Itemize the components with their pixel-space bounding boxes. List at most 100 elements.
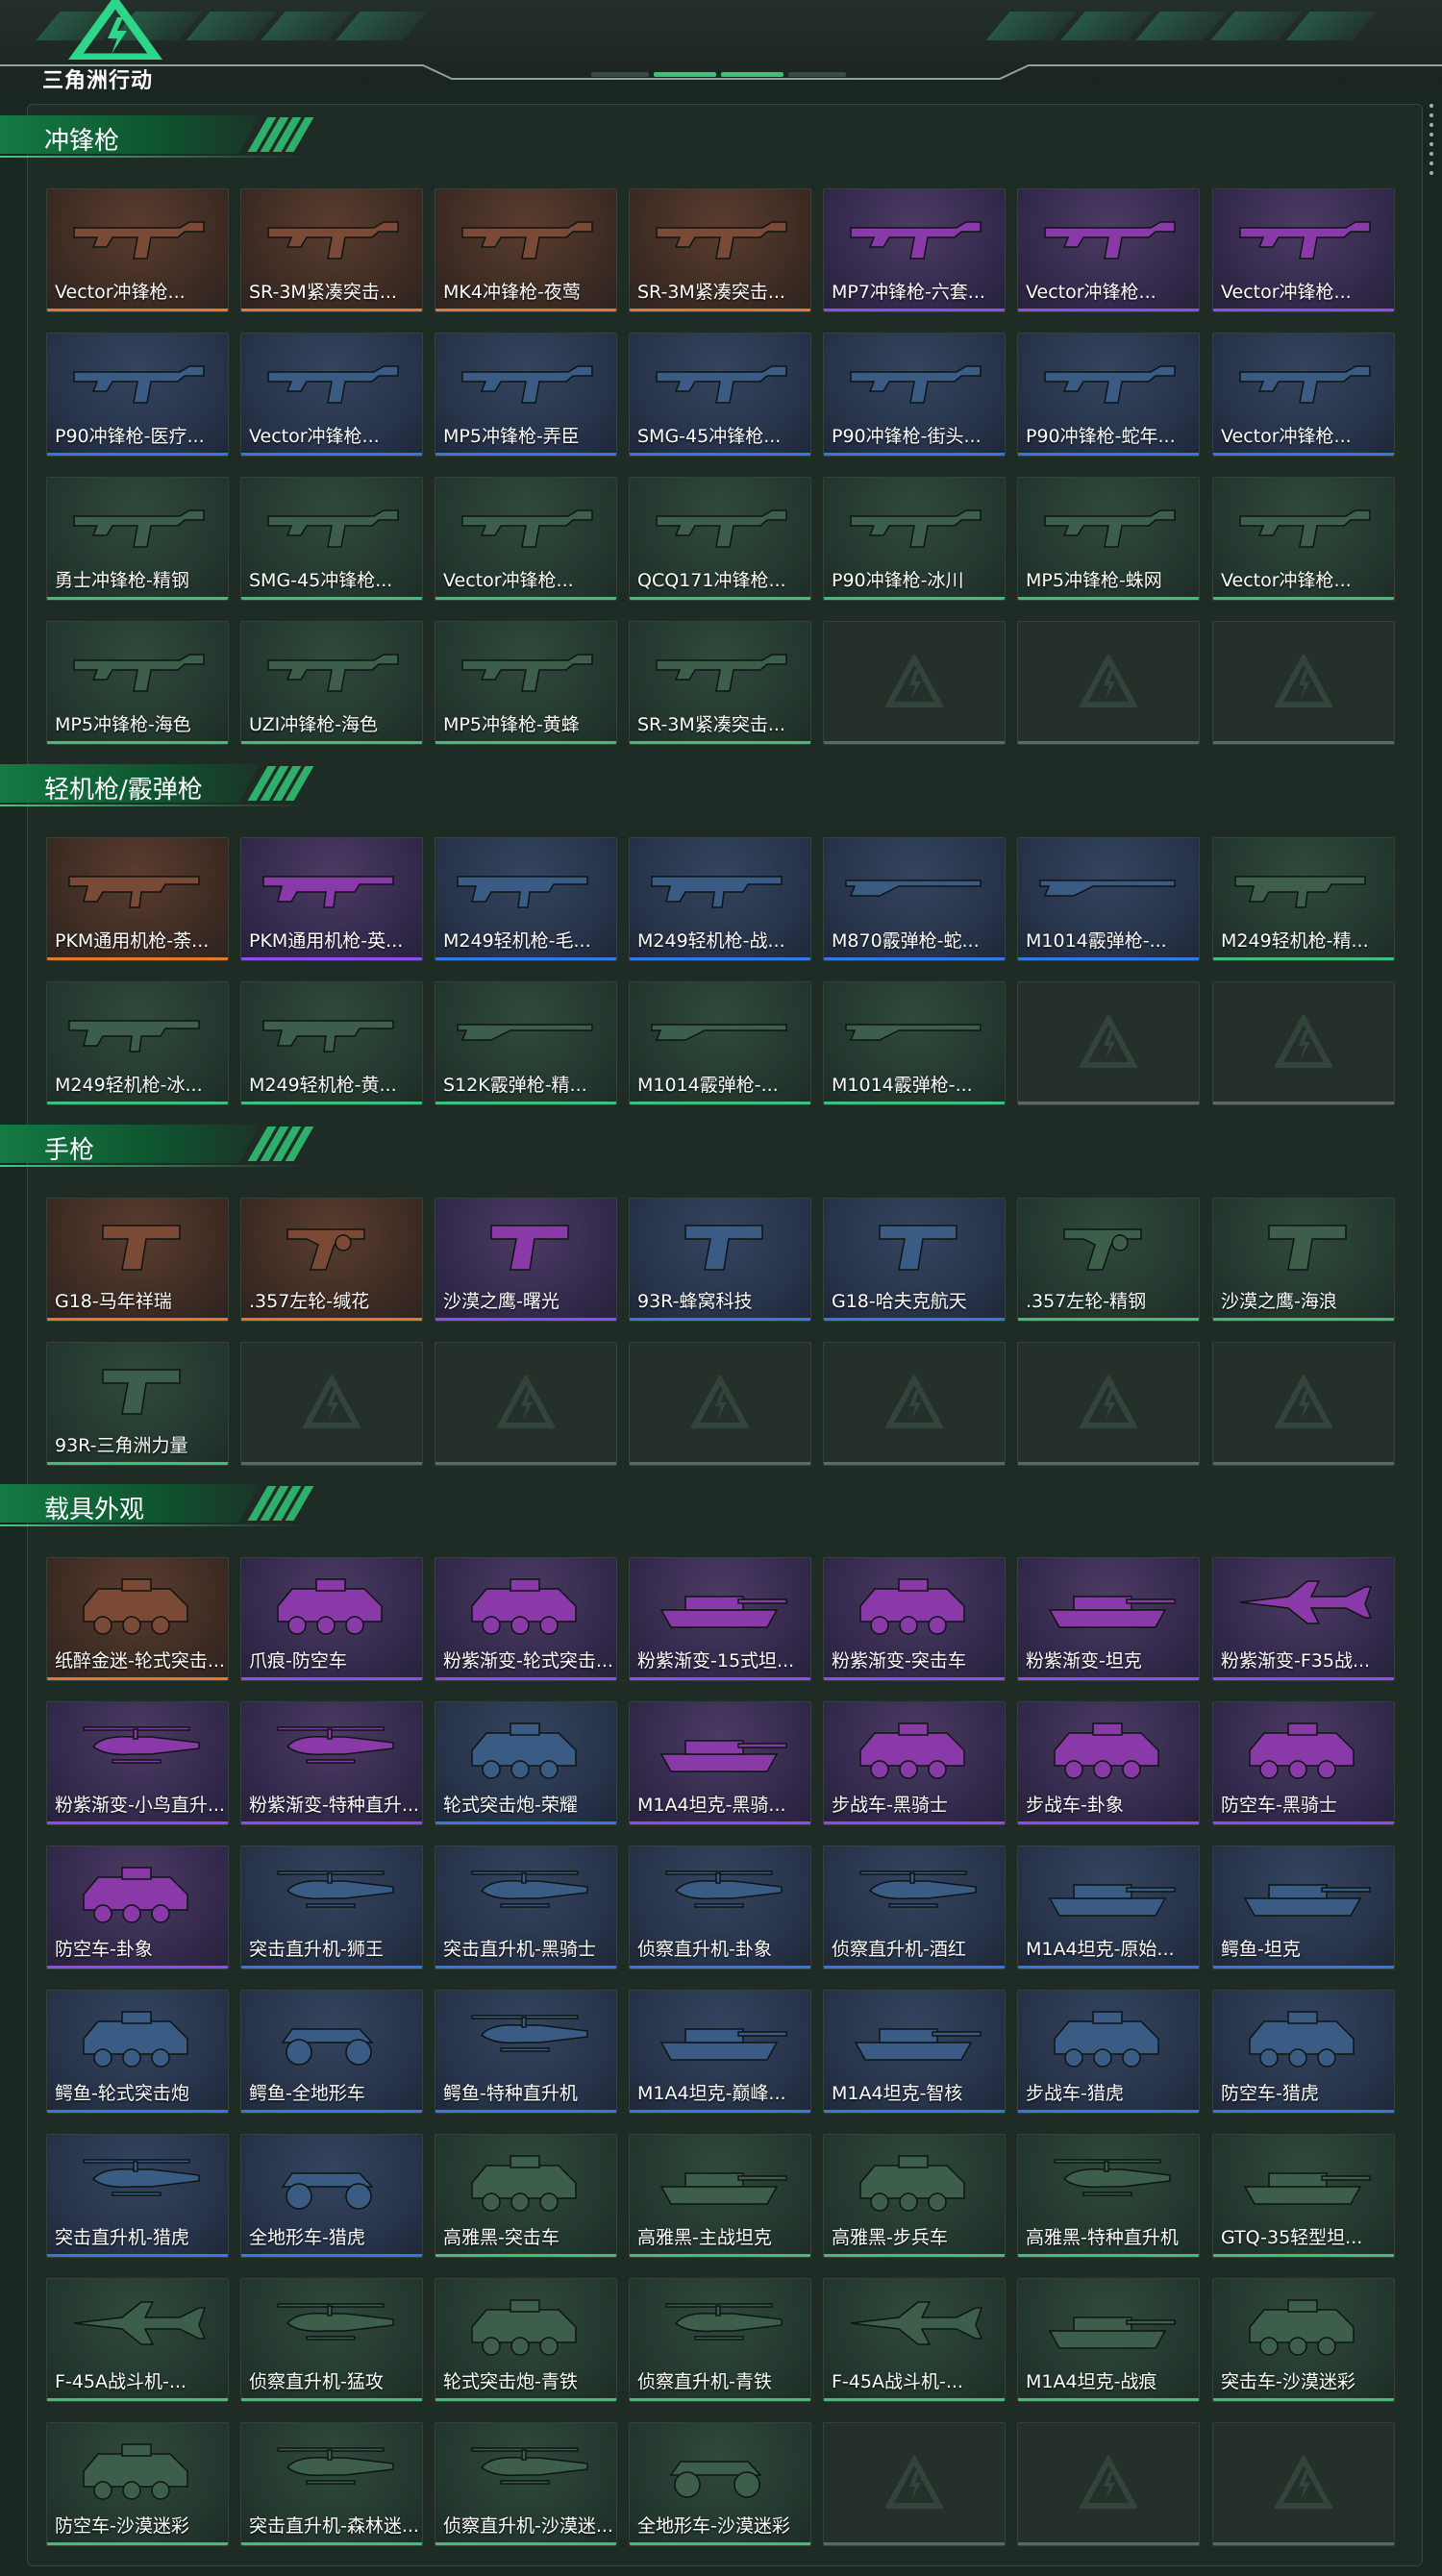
- item-card[interactable]: Vector冲锋枪...: [435, 477, 617, 601]
- item-card[interactable]: M1A4坦克-黑骑...: [629, 1701, 811, 1825]
- item-card[interactable]: M1014霰弹枪-...: [629, 981, 811, 1105]
- item-label: M1A4坦克-黑骑...: [637, 1795, 786, 1816]
- item-card[interactable]: 全地形车-沙漠迷彩: [629, 2422, 811, 2546]
- item-card[interactable]: 突击直升机-黑骑士: [435, 1845, 617, 1969]
- empty-slot: [1017, 621, 1200, 745]
- item-card[interactable]: .357左轮-精钢: [1017, 1198, 1200, 1322]
- item-card[interactable]: Vector冲锋枪...: [240, 333, 423, 457]
- item-card[interactable]: M1A4坦克-战痕: [1017, 2278, 1200, 2402]
- item-card[interactable]: 粉紫渐变-小鸟直升...: [46, 1701, 229, 1825]
- item-card[interactable]: M870霰弹枪-蛇...: [823, 837, 1006, 961]
- item-card[interactable]: 高雅黑-步兵车: [823, 2134, 1006, 2258]
- item-card[interactable]: F-45A战斗机-...: [823, 2278, 1006, 2402]
- item-card[interactable]: 全地形车-猎虎: [240, 2134, 423, 2258]
- item-card[interactable]: 突击车-沙漠迷彩: [1212, 2278, 1395, 2402]
- item-card[interactable]: 步战车-黑骑士: [823, 1701, 1006, 1825]
- item-card[interactable]: 步战车-卦象: [1017, 1701, 1200, 1825]
- rarity-strip: [435, 453, 616, 456]
- item-card[interactable]: M1014霰弹枪-...: [823, 981, 1006, 1105]
- item-card[interactable]: Vector冲锋枪...: [46, 188, 229, 312]
- item-card[interactable]: 防空车-沙漠迷彩: [46, 2422, 229, 2546]
- item-card[interactable]: Vector冲锋枪...: [1212, 333, 1395, 457]
- item-card[interactable]: 93R-蜂窝科技: [629, 1198, 811, 1322]
- scrollbar[interactable]: [1429, 104, 1434, 175]
- item-card[interactable]: M1014霰弹枪-...: [1017, 837, 1200, 961]
- item-card[interactable]: PKM通用机枪-荼...: [46, 837, 229, 961]
- item-label: SR-3M紧凑突击...: [249, 282, 397, 303]
- item-card[interactable]: M249轻机枪-黄...: [240, 981, 423, 1105]
- item-card[interactable]: 沙漠之鹰-海浪: [1212, 1198, 1395, 1322]
- item-card[interactable]: PKM通用机枪-英...: [240, 837, 423, 961]
- item-card[interactable]: 防空车-猎虎: [1212, 1990, 1395, 2114]
- item-card[interactable]: 鳄鱼-全地形车: [240, 1990, 423, 2114]
- item-card[interactable]: GTQ-35轻型坦...: [1212, 2134, 1395, 2258]
- section-title: 手枪: [44, 1136, 95, 1165]
- item-card[interactable]: 粉紫渐变-特种直升...: [240, 1701, 423, 1825]
- item-card[interactable]: 防空车-卦象: [46, 1845, 229, 1969]
- item-card[interactable]: 突击直升机-狮王: [240, 1845, 423, 1969]
- item-card[interactable]: Vector冲锋枪...: [1212, 477, 1395, 601]
- item-card[interactable]: M1A4坦克-巅峰...: [629, 1990, 811, 2114]
- item-card[interactable]: M249轻机枪-冰...: [46, 981, 229, 1105]
- item-card[interactable]: 鳄鱼-坦克: [1212, 1845, 1395, 1969]
- item-card[interactable]: 侦察直升机-酒红: [823, 1845, 1006, 1969]
- item-card[interactable]: M249轻机枪-战...: [629, 837, 811, 961]
- item-card[interactable]: 高雅黑-突击车: [435, 2134, 617, 2258]
- item-card[interactable]: 勇士冲锋枪-精钢: [46, 477, 229, 601]
- item-card[interactable]: G18-哈夫克航天: [823, 1198, 1006, 1322]
- item-card[interactable]: M1A4坦克-原始...: [1017, 1845, 1200, 1969]
- item-card[interactable]: MP5冲锋枪-蛛网: [1017, 477, 1200, 601]
- item-card[interactable]: 轮式突击炮-青铁: [435, 2278, 617, 2402]
- item-card[interactable]: SR-3M紧凑突击...: [629, 188, 811, 312]
- item-card[interactable]: 鳄鱼-特种直升机: [435, 1990, 617, 2114]
- item-card[interactable]: P90冲锋枪-冰川: [823, 477, 1006, 601]
- item-card[interactable]: 突击直升机-猎虎: [46, 2134, 229, 2258]
- item-card[interactable]: 粉紫渐变-突击车: [823, 1557, 1006, 1681]
- item-card[interactable]: S12K霰弹枪-精...: [435, 981, 617, 1105]
- item-card[interactable]: 沙漠之鹰-曙光: [435, 1198, 617, 1322]
- item-card[interactable]: F-45A战斗机-...: [46, 2278, 229, 2402]
- item-card[interactable]: MP5冲锋枪-海色: [46, 621, 229, 745]
- item-card[interactable]: SR-3M紧凑突击...: [629, 621, 811, 745]
- item-card[interactable]: P90冲锋枪-医疗...: [46, 333, 229, 457]
- item-card[interactable]: P90冲锋枪-蛇年...: [1017, 333, 1200, 457]
- item-card[interactable]: 高雅黑-特种直升机: [1017, 2134, 1200, 2258]
- item-card[interactable]: MK4冲锋枪-夜莺: [435, 188, 617, 312]
- item-card[interactable]: 步战车-猎虎: [1017, 1990, 1200, 2114]
- item-card[interactable]: 粉紫渐变-15式坦...: [629, 1557, 811, 1681]
- item-card[interactable]: M249轻机枪-毛...: [435, 837, 617, 961]
- item-card[interactable]: 鳄鱼-轮式突击炮: [46, 1990, 229, 2114]
- item-card[interactable]: 侦察直升机-沙漠迷...: [435, 2422, 617, 2546]
- item-card[interactable]: UZI冲锋枪-海色: [240, 621, 423, 745]
- section-title: 载具外观: [44, 1496, 145, 1524]
- item-card[interactable]: MP7冲锋枪-六套...: [823, 188, 1006, 312]
- item-card[interactable]: Vector冲锋枪...: [1017, 188, 1200, 312]
- item-card[interactable]: 侦察直升机-卦象: [629, 1845, 811, 1969]
- item-card[interactable]: 突击直升机-森林迷...: [240, 2422, 423, 2546]
- item-card[interactable]: QCQ171冲锋枪...: [629, 477, 811, 601]
- item-card[interactable]: MP5冲锋枪-黄蜂: [435, 621, 617, 745]
- item-card[interactable]: Vector冲锋枪...: [1212, 188, 1395, 312]
- item-card[interactable]: 侦察直升机-猛攻: [240, 2278, 423, 2402]
- item-card[interactable]: .357左轮-缄花: [240, 1198, 423, 1322]
- item-card[interactable]: 纸醉金迷-轮式突击...: [46, 1557, 229, 1681]
- item-card[interactable]: P90冲锋枪-街头...: [823, 333, 1006, 457]
- item-card[interactable]: 93R-三角洲力量: [46, 1342, 229, 1466]
- empty-slot: [823, 1342, 1006, 1466]
- item-card[interactable]: 粉紫渐变-坦克: [1017, 1557, 1200, 1681]
- item-card[interactable]: 爪痕-防空车: [240, 1557, 423, 1681]
- item-card[interactable]: 轮式突击炮-荣耀: [435, 1701, 617, 1825]
- item-card[interactable]: SMG-45冲锋枪...: [240, 477, 423, 601]
- item-card[interactable]: SMG-45冲锋枪...: [629, 333, 811, 457]
- item-card[interactable]: 侦察直升机-青铁: [629, 2278, 811, 2402]
- item-card[interactable]: SR-3M紧凑突击...: [240, 188, 423, 312]
- item-card[interactable]: 防空车-黑骑士: [1212, 1701, 1395, 1825]
- item-card[interactable]: MP5冲锋枪-弄臣: [435, 333, 617, 457]
- item-card[interactable]: G18-马年祥瑞: [46, 1198, 229, 1322]
- rarity-strip: [435, 741, 616, 744]
- item-card[interactable]: 粉紫渐变-F35战...: [1212, 1557, 1395, 1681]
- item-card[interactable]: M1A4坦克-智核: [823, 1990, 1006, 2114]
- item-card[interactable]: 高雅黑-主战坦克: [629, 2134, 811, 2258]
- item-card[interactable]: M249轻机枪-精...: [1212, 837, 1395, 961]
- item-card[interactable]: 粉紫渐变-轮式突击...: [435, 1557, 617, 1681]
